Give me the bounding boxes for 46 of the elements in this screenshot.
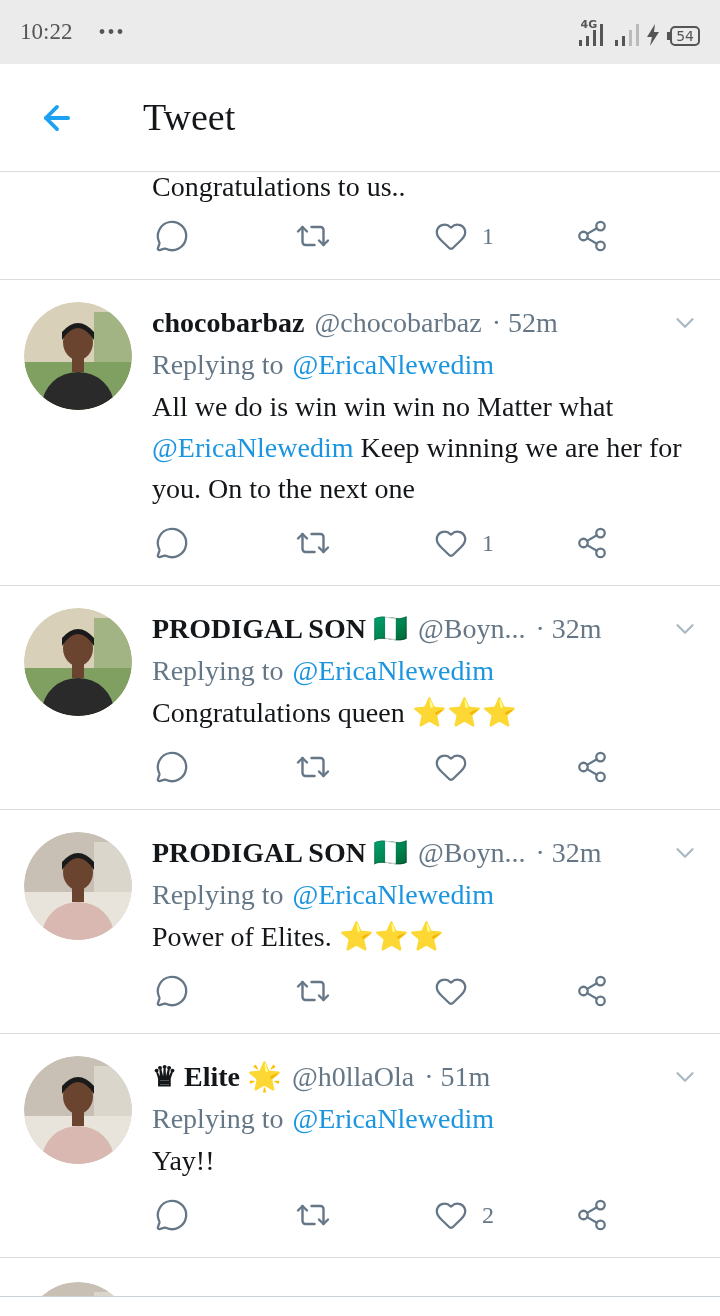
share-icon[interactable] (575, 526, 609, 560)
like-count: 1 (482, 529, 494, 558)
author-handle: @Boyn... (417, 836, 526, 870)
reply-icon[interactable] (155, 1198, 189, 1232)
mention-link[interactable]: @EricaNlewedim (292, 1098, 494, 1140)
share-icon[interactable] (575, 1198, 609, 1232)
mention-link[interactable]: @EricaNlewedim (292, 874, 494, 916)
replying-label: Replying to (152, 348, 284, 382)
reply-icon[interactable] (155, 974, 189, 1008)
tweet-time: · 51m (424, 1060, 491, 1094)
signal-icon (615, 23, 640, 46)
tweet-time: · 52m (491, 306, 558, 340)
share-icon[interactable] (575, 219, 609, 253)
replying-label: Replying to (152, 1102, 284, 1136)
mention-link[interactable]: @EricaNlewedim (292, 344, 494, 386)
tweet-text: Power of Elites. ⭐⭐⭐ (152, 920, 445, 954)
like-count: 2 (482, 1201, 494, 1230)
author-handle: @Boyn... (417, 612, 526, 646)
author-name: PRODIGAL SON 🇳🇬 (152, 612, 408, 646)
network-label: 4G (580, 18, 598, 30)
tweet-time: · 32m (535, 612, 602, 646)
tweet-time: · 32m (535, 836, 602, 870)
battery-indicator: 54 (667, 25, 700, 46)
author-name: chocobarbaz (152, 306, 305, 340)
reply-icon[interactable] (155, 219, 189, 253)
tweet-text: All we do is win win win no Matter what @EricaNlewedim Keep winning we are her for you. On to the next one (152, 390, 683, 506)
mention-link[interactable]: @EricaNlewedim (152, 432, 354, 463)
author-name: PRODIGAL SON 🇳🇬 (152, 836, 408, 870)
reply-icon[interactable] (155, 750, 189, 784)
author-name: ♛ Elite 🌟 (152, 1060, 282, 1095)
notification-dots: ••• (98, 20, 126, 45)
reply-icon[interactable] (155, 526, 189, 560)
tweet-text: Congratulations to us.. (152, 172, 407, 202)
like-count: 1 (482, 222, 494, 251)
mention-link[interactable]: @EricaNlewedim (292, 650, 494, 692)
replying-label: Replying to (152, 878, 284, 912)
clock: 10:22 (20, 17, 73, 46)
author-handle: @h0llaOla (292, 1060, 415, 1094)
share-icon[interactable] (575, 750, 609, 784)
tweet-text: Yay!! (152, 1144, 216, 1178)
charging-icon (647, 23, 660, 46)
tweet-text: Congratulations queen ⭐⭐⭐ (152, 696, 518, 730)
replying-label: Replying to (152, 654, 284, 688)
page-title: Tweet (143, 95, 236, 140)
author-handle: @chocobarbaz (314, 306, 482, 340)
share-icon[interactable] (575, 974, 609, 1008)
